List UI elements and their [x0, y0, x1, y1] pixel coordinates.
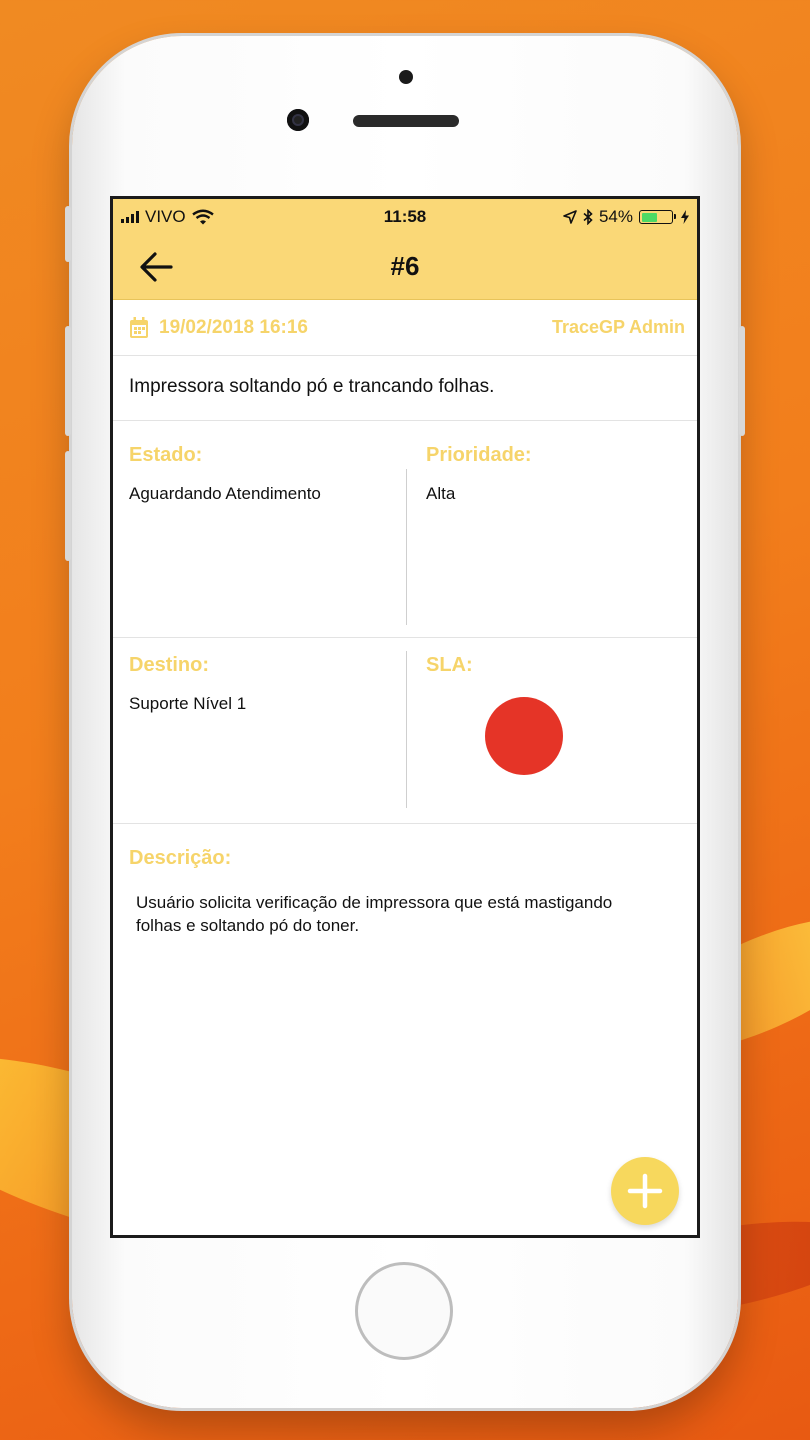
ticket-date: 19/02/2018 16:16: [129, 317, 308, 339]
plus-icon: [627, 1173, 663, 1209]
calendar-icon: [130, 317, 148, 338]
proximity-sensor: [399, 70, 413, 84]
row-divider: [113, 637, 697, 638]
location-icon: [563, 210, 577, 224]
summary-text: Impressora soltando pó e trancando folha…: [129, 376, 495, 397]
column-divider: [406, 651, 407, 808]
date-text: 19/02/2018 16:16: [159, 317, 308, 338]
estado-value: Aguardando Atendimento: [129, 484, 321, 503]
sla-label: SLA:: [426, 654, 473, 676]
row-divider: [113, 823, 697, 824]
bluetooth-icon: [583, 209, 593, 225]
status-bar: VIVO 11:58 54%: [113, 199, 697, 233]
descricao-value: Usuário solicita verificação de impresso…: [136, 893, 613, 935]
destino-label: Destino:: [129, 654, 209, 676]
ticket-summary: Impressora soltando pó e trancando folha…: [113, 356, 697, 421]
volume-down-button: [65, 451, 71, 561]
ticket-author: TraceGP Admin: [551, 317, 685, 337]
volume-up-button: [65, 326, 71, 436]
estado-label: Estado:: [129, 444, 203, 466]
ticket-meta-row: 19/02/2018 16:16 TraceGP Admin: [113, 299, 697, 356]
descricao-label: Descrição:: [129, 847, 232, 869]
earpiece-speaker: [353, 115, 459, 127]
destino-value: Suporte Nível 1: [129, 694, 247, 713]
page-title: #6: [390, 251, 420, 281]
home-button[interactable]: [355, 1262, 453, 1360]
mute-switch: [65, 206, 71, 262]
prioridade-value: Alta: [426, 484, 456, 503]
prioridade-label: Prioridade:: [426, 444, 532, 466]
add-button[interactable]: [611, 1157, 679, 1225]
battery-percent: 54%: [598, 207, 633, 226]
charging-icon: [681, 210, 689, 224]
battery-icon: [639, 210, 676, 224]
app-screen: VIVO 11:58 54% #6 19/02/2018 16:16 Trace…: [110, 196, 700, 1238]
front-camera: [287, 109, 309, 131]
app-header: VIVO 11:58 54% #6: [113, 199, 697, 300]
sla-status-indicator: [485, 697, 563, 775]
power-button: [739, 326, 745, 436]
column-divider: [406, 469, 407, 625]
